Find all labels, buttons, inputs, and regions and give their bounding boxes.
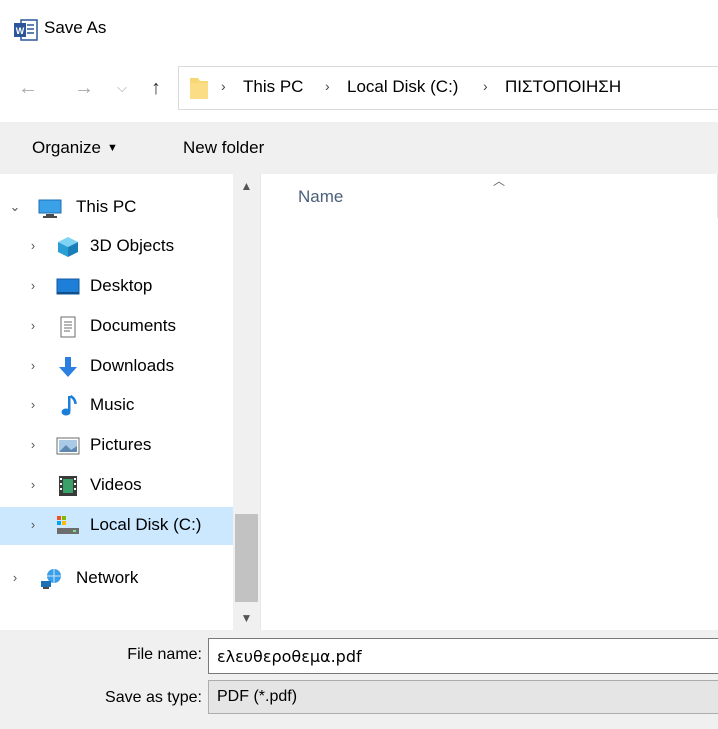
new-folder-button[interactable]: New folder — [183, 138, 264, 158]
computer-icon — [38, 199, 62, 218]
breadcrumb-local-disk[interactable]: Local Disk (C:) — [347, 77, 458, 97]
network-icon — [41, 569, 61, 589]
arrow-right-icon[interactable]: → — [70, 74, 98, 102]
tree-item-label: Local Disk (C:) — [90, 515, 202, 534]
address-bar[interactable]: › This PC › Local Disk (C:) › ΠΙΣΤΟΠΟΙΗΣ… — [178, 66, 718, 110]
tree-item-label: Pictures — [90, 435, 152, 454]
tree-item-label: Videos — [90, 475, 142, 494]
downloads-icon — [59, 357, 77, 377]
toolbar: Organize ▼ New folder — [0, 122, 718, 174]
videos-icon — [59, 476, 77, 496]
arrow-up-icon[interactable]: ↑ — [142, 74, 170, 102]
chevron-right-icon[interactable]: › — [26, 358, 40, 373]
sort-ascending-icon: ︿ — [493, 174, 506, 188]
chevron-right-icon[interactable]: › — [26, 517, 40, 532]
title-bar: W Save As — [0, 0, 718, 56]
window-title: Save As — [44, 18, 107, 37]
breadcrumb-separator: › — [325, 78, 330, 94]
tree-item-label: Desktop — [90, 276, 153, 295]
chevron-right-icon[interactable]: › — [26, 278, 40, 293]
breadcrumb-current-folder[interactable]: ΠΙΣΤΟΠΟΙΗΣΗ — [505, 77, 621, 97]
tree-item-label: Music — [90, 395, 135, 414]
scrollbar-thumb[interactable] — [235, 514, 258, 602]
chevron-down-icon[interactable]: ⌵ — [108, 74, 136, 102]
column-header-name[interactable]: Name — [298, 187, 343, 207]
drive-icon — [57, 516, 79, 534]
file-name-label: File name: — [127, 646, 202, 663]
tree-item-music[interactable]: › Music — [0, 387, 233, 425]
svg-text:W: W — [16, 26, 25, 36]
arrow-left-icon[interactable]: ← — [14, 74, 42, 102]
chevron-right-icon[interactable]: › — [8, 570, 22, 585]
tree-item-pictures[interactable]: › Pictures — [0, 427, 233, 465]
organize-label: Organize — [32, 138, 101, 157]
documents-icon — [60, 316, 76, 338]
save-type-select[interactable]: PDF (*.pdf) — [208, 680, 718, 714]
file-name-input[interactable] — [208, 638, 718, 674]
chevron-right-icon[interactable]: › — [26, 238, 40, 253]
tree-item-label: Network — [76, 568, 139, 587]
nav-pane-scrollbar[interactable]: ▲ ▼ — [233, 174, 260, 630]
caret-down-icon: ▼ — [106, 142, 118, 154]
music-icon — [61, 395, 77, 416]
tree-item-label: 3D Objects — [90, 236, 175, 255]
save-type-label: Save as type: — [105, 689, 202, 706]
scroll-down-icon[interactable]: ▼ — [233, 606, 260, 630]
breadcrumb-separator: › — [483, 78, 488, 94]
tree-item-3d-objects[interactable]: › 3D Objects — [0, 228, 233, 266]
navigation-bar: ← → ⌵ ↑ › This PC › Local Disk (C:) › ΠΙ… — [0, 56, 718, 122]
breadcrumb-this-pc[interactable]: This PC — [243, 77, 303, 97]
file-list[interactable]: ︿ Name — [260, 174, 718, 630]
tree-item-label: Documents — [90, 316, 176, 335]
tree-item-videos[interactable]: › Videos — [0, 467, 233, 505]
tree-item-network[interactable]: › Network — [0, 560, 233, 598]
chevron-expanded-icon[interactable]: ⌄ — [8, 199, 22, 215]
tree-item-documents[interactable]: › Documents — [0, 308, 233, 346]
tree-item-local-disk[interactable]: › Local Disk (C:) — [0, 507, 233, 545]
word-icon: W — [14, 19, 38, 41]
breadcrumb-separator: › — [221, 78, 226, 94]
pictures-icon — [56, 437, 80, 455]
scroll-up-icon[interactable]: ▲ — [233, 174, 260, 198]
chevron-right-icon[interactable]: › — [26, 318, 40, 333]
organize-button[interactable]: Organize ▼ — [32, 138, 118, 158]
save-fields-panel: File name: Save as type: PDF (*.pdf) — [0, 630, 718, 729]
tree-item-label: This PC — [76, 197, 137, 216]
tree-item-this-pc[interactable]: ⌄ This PC — [0, 189, 233, 227]
tree-item-downloads[interactable]: › Downloads — [0, 348, 233, 386]
chevron-right-icon[interactable]: › — [26, 437, 40, 452]
tree-item-desktop[interactable]: › Desktop — [0, 268, 233, 306]
tree-item-label: Downloads — [90, 356, 175, 375]
desktop-icon — [56, 278, 80, 295]
3d-objects-icon — [58, 237, 78, 257]
chevron-right-icon[interactable]: › — [26, 477, 40, 492]
chevron-right-icon[interactable]: › — [26, 397, 40, 412]
navigation-pane: ⌄ This PC › 3D Objects › Desktop › Docum… — [0, 174, 233, 630]
folder-icon — [190, 78, 208, 99]
